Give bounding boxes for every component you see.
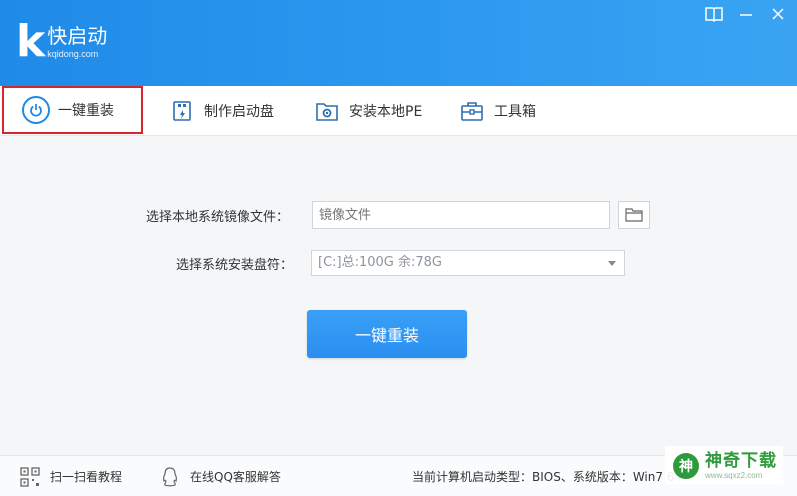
chevron-down-icon: [608, 261, 616, 266]
watermark-logo-icon: 神: [673, 453, 699, 479]
tab-toolbox[interactable]: 工具箱: [458, 86, 536, 136]
online-qq-support-link[interactable]: 在线QQ客服解答: [160, 456, 281, 496]
tab-one-key-reinstall[interactable]: 一键重装: [2, 86, 143, 134]
power-icon: [22, 96, 50, 124]
drive-label: 选择系统安装盘符：: [176, 257, 294, 273]
app-name: 快启动: [47, 24, 108, 48]
logo-letter: k: [16, 16, 45, 67]
tab-label: 一键重装: [58, 103, 114, 119]
online-qq-support-label: 在线QQ客服解答: [190, 470, 281, 484]
tab-label: 工具箱: [494, 104, 536, 120]
image-file-label: 选择本地系统镜像文件：: [146, 209, 290, 225]
folder-icon: [625, 208, 643, 222]
usb-drive-icon: [168, 97, 196, 125]
close-button[interactable]: [769, 6, 787, 24]
watermark-url: www.sqxz2.com: [705, 471, 763, 480]
boot-status-text: 当前计算机启动类型：BIOS、系统版本：Win7 64: [412, 470, 683, 484]
book-icon[interactable]: [705, 6, 723, 24]
image-file-input[interactable]: [312, 201, 610, 229]
browse-button[interactable]: [618, 201, 650, 229]
scan-tutorial-label: 扫一扫看教程: [50, 470, 123, 484]
app-domain: kqidong.com: [47, 49, 99, 59]
qq-icon: [160, 466, 180, 488]
tab-install-local-pe[interactable]: 安装本地PE: [313, 86, 422, 136]
watermark-name: 神奇下载: [705, 451, 777, 471]
gear-icon: [313, 97, 341, 125]
tab-make-boot-disk[interactable]: 制作启动盘: [168, 86, 274, 136]
toolbox-icon: [458, 97, 486, 125]
watermark: 神 神奇下载 www.sqxz2.com: [665, 446, 783, 484]
main-panel: 选择本地系统镜像文件： 选择系统安装盘符： [C:]总:100G 余:78G 一…: [0, 137, 797, 455]
scan-tutorial-link[interactable]: 扫一扫看教程: [20, 456, 122, 496]
app-logo: k 快启动 kqidong.com: [16, 16, 108, 67]
tab-bar: 一键重装 制作启动盘 安装本地PE 工具箱: [0, 86, 797, 136]
title-bar: k 快启动 kqidong.com: [0, 0, 797, 86]
one-key-reinstall-button[interactable]: 一键重装: [307, 310, 467, 358]
tab-label: 制作启动盘: [204, 104, 274, 120]
drive-selected-value: [C:]总:100G 余:78G: [318, 255, 442, 270]
drive-select[interactable]: [C:]总:100G 余:78G: [311, 250, 625, 276]
tab-label: 安装本地PE: [349, 104, 423, 120]
qr-code-icon: [20, 466, 40, 487]
minimize-button[interactable]: [737, 6, 755, 24]
